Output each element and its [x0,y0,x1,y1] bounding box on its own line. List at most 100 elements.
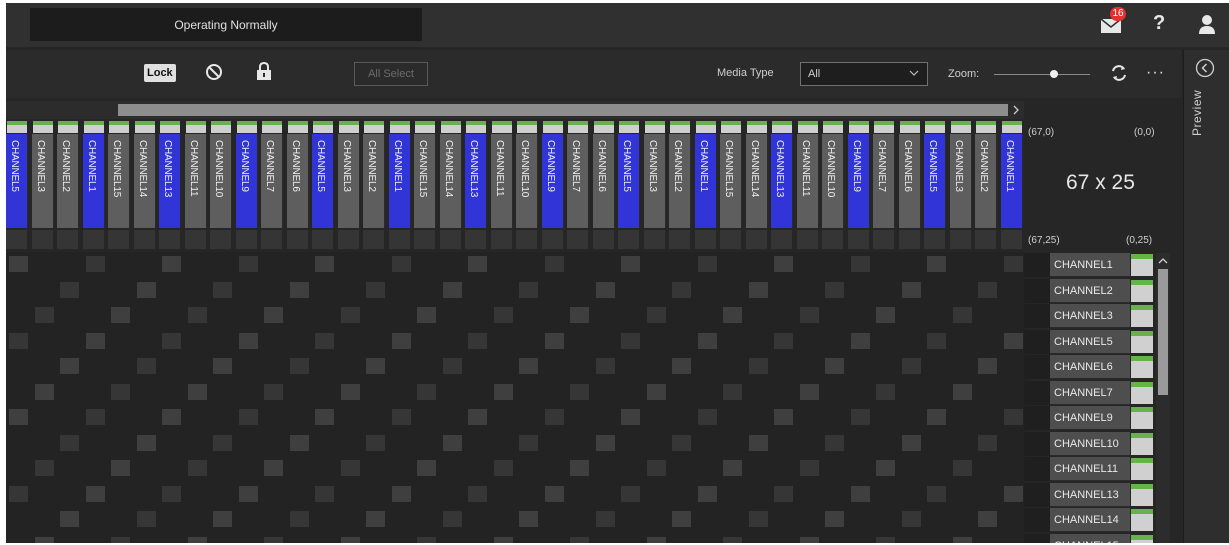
crosspoint-cell[interactable] [902,358,921,374]
source-channel-label-box[interactable]: CHANNEL1 [1001,134,1023,228]
crosspoint-cell[interactable] [417,537,436,543]
crosspoint-cell[interactable] [851,256,870,272]
source-channel-label-box[interactable]: CHANNEL1 [389,134,411,228]
crosspoint-cell[interactable] [519,282,538,298]
source-channel-column[interactable]: CHANNEL9 [236,121,258,249]
crosspoint-cell[interactable] [162,486,181,502]
crosspoint-cell[interactable] [9,409,28,425]
destination-channel-label[interactable]: CHANNEL3 [1050,304,1130,328]
crosspoint-cell[interactable] [774,486,793,502]
source-channel-label-box[interactable]: CHANNEL2 [57,134,79,228]
user-icon[interactable] [1198,14,1216,34]
crosspoint-cell[interactable] [851,409,870,425]
destination-channel-label[interactable]: CHANNEL1 [1050,253,1130,277]
crosspoint-cell[interactable] [366,358,385,374]
destination-channel-label[interactable]: CHANNEL10 [1050,431,1130,456]
crosspoint-cell[interactable] [188,460,207,476]
destination-channel-row[interactable]: CHANNEL3 [1024,304,1172,328]
crosspoint-cell[interactable] [876,384,895,400]
crosspoint-cell[interactable] [468,333,487,349]
crosspoint-cell[interactable] [774,409,793,425]
crosspoint-cell[interactable] [1004,333,1023,349]
crosspoint-cell[interactable] [366,282,385,298]
crosspoint-cell[interactable] [545,256,564,272]
crosspoint-cell[interactable] [290,358,309,374]
crosspoint-cell[interactable] [213,358,232,374]
crosspoint-cell[interactable] [927,486,946,502]
source-channel-column[interactable]: CHANNEL5 [618,121,640,249]
crosspoint-cell[interactable] [315,256,334,272]
crosspoint-cell[interactable] [9,486,28,502]
source-channel-column[interactable]: CHANNEL6 [899,121,921,249]
crosspoint-cell[interactable] [264,537,283,543]
crosspoint-cell[interactable] [417,460,436,476]
crosspoint-cell[interactable] [341,460,360,476]
crosspoint-cell[interactable] [111,307,130,323]
crosspoint-cell[interactable] [86,409,105,425]
source-channel-column[interactable]: CHANNEL7 [261,121,283,249]
source-channel-column[interactable]: CHANNEL1 [389,121,411,249]
crosspoint-cell[interactable] [723,537,742,543]
source-channel-column[interactable]: CHANNEL11 [185,121,207,249]
source-channel-column[interactable]: CHANNEL1 [695,121,717,249]
crosspoint-cell[interactable] [978,358,997,374]
source-channel-label-box[interactable]: CHANNEL7 [261,134,283,228]
crosspoint-cell[interactable] [596,358,615,374]
crosspoint-matrix[interactable] [6,252,1026,543]
crosspoint-cell[interactable] [647,307,666,323]
crosspoint-cell[interactable] [213,435,232,451]
crosspoint-cell[interactable] [366,511,385,527]
crosspoint-cell[interactable] [647,537,666,543]
source-channel-label-box[interactable]: CHANNEL9 [848,134,870,228]
crosspoint-cell[interactable] [749,511,768,527]
crosspoint-cell[interactable] [902,282,921,298]
source-channel-column[interactable]: CHANNEL14 [440,121,462,249]
destination-channel-row[interactable]: CHANNEL7 [1024,380,1172,405]
crosspoint-cell[interactable] [137,282,156,298]
crosspoint-cell[interactable] [366,435,385,451]
crosspoint-cell[interactable] [213,282,232,298]
source-channel-label-box[interactable]: CHANNEL14 [134,134,156,228]
crosspoint-cell[interactable] [315,409,334,425]
crosspoint-cell[interactable] [60,511,79,527]
destination-channel-label[interactable]: CHANNEL2 [1050,278,1130,303]
source-channel-label-box[interactable]: CHANNEL14 [440,134,462,228]
source-channel-label-box[interactable]: CHANNEL9 [236,134,258,228]
crosspoint-cell[interactable] [927,333,946,349]
crosspoint-cell[interactable] [162,409,181,425]
horizontal-scroll-thumb[interactable] [118,104,1008,116]
crosspoint-cell[interactable] [239,486,258,502]
refresh-icon[interactable] [1110,64,1128,82]
crosspoint-cell[interactable] [749,435,768,451]
source-channel-column[interactable]: CHANNEL6 [593,121,615,249]
crosspoint-cell[interactable] [519,358,538,374]
crosspoint-cell[interactable] [188,537,207,543]
source-channel-column[interactable]: CHANNEL7 [873,121,895,249]
more-options-icon[interactable]: ··· [1146,64,1165,82]
destination-channel-row[interactable]: CHANNEL1 [1024,253,1172,277]
crosspoint-cell[interactable] [35,307,54,323]
source-channel-label-box[interactable]: CHANNEL5 [618,134,640,228]
crosspoint-cell[interactable] [825,511,844,527]
source-channel-label-box[interactable]: CHANNEL5 [924,134,946,228]
crosspoint-cell[interactable] [851,333,870,349]
destination-channel-row[interactable]: CHANNEL6 [1024,355,1172,379]
source-channel-column[interactable]: CHANNEL14 [746,121,768,249]
source-channel-label-box[interactable]: CHANNEL1 [83,134,105,228]
source-channel-label-box[interactable]: CHANNEL2 [975,134,997,228]
destination-channel-row[interactable]: CHANNEL5 [1024,329,1172,354]
crosspoint-cell[interactable] [902,511,921,527]
source-channel-column[interactable]: CHANNEL9 [542,121,564,249]
crosspoint-cell[interactable] [698,256,717,272]
crosspoint-cell[interactable] [1004,409,1023,425]
crosspoint-cell[interactable] [341,307,360,323]
source-channel-label-box[interactable]: CHANNEL7 [873,134,895,228]
source-channel-column[interactable]: CHANNEL10 [516,121,538,249]
source-channel-label-box[interactable]: CHANNEL7 [567,134,589,228]
source-channel-label-box[interactable]: CHANNEL6 [593,134,615,228]
lock-button[interactable]: Lock [144,64,176,82]
crosspoint-cell[interactable] [60,282,79,298]
source-channel-column[interactable]: CHANNEL10 [822,121,844,249]
source-channel-label-box[interactable]: CHANNEL11 [797,134,819,228]
crosspoint-cell[interactable] [876,537,895,543]
